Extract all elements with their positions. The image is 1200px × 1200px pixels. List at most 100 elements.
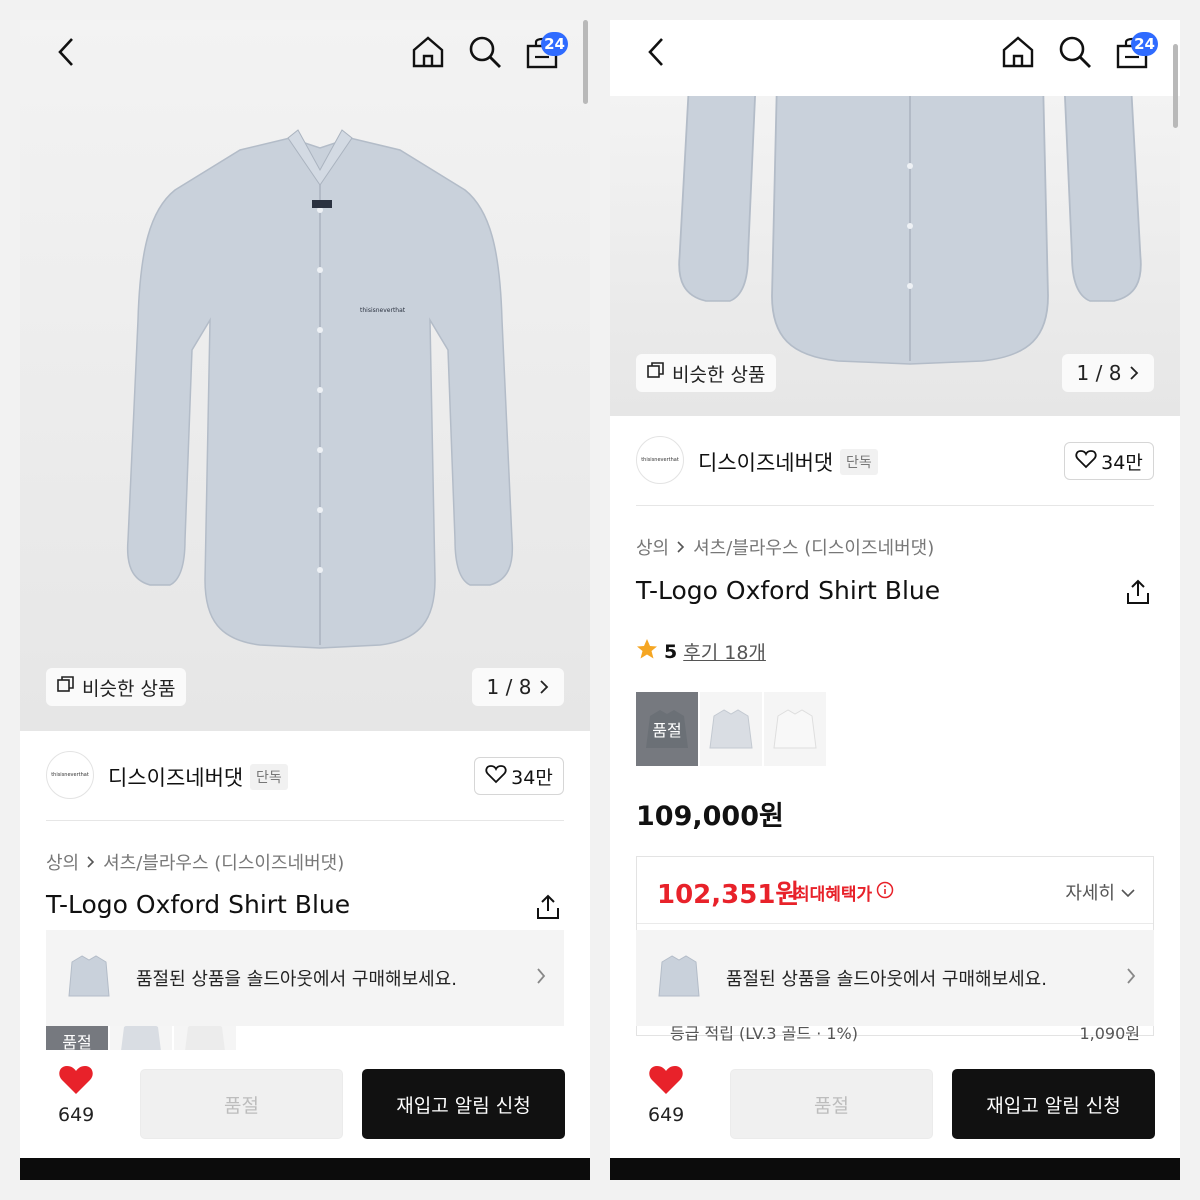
- share-button[interactable]: [534, 893, 564, 923]
- similar-products-button[interactable]: 비슷한 상품: [636, 354, 776, 392]
- back-button[interactable]: [636, 34, 676, 74]
- cart-button[interactable]: 24: [522, 32, 568, 74]
- product-image-gallery[interactable]: thisisneverthat 비슷한 상품 1 / 8: [20, 20, 590, 731]
- heart-filled-icon: [58, 1064, 94, 1100]
- brand-logo-text: thisisneverthat: [51, 772, 89, 778]
- soldout-marketplace-banner[interactable]: 품절된 상품을 솔드아웃에서 구매해보세요.: [46, 930, 564, 1026]
- breadcrumb: 상의 셔츠/블라우스 (디스이즈네버댓): [46, 849, 344, 875]
- like-button[interactable]: 649: [58, 1064, 94, 1126]
- color-swatch-blue[interactable]: [700, 692, 762, 766]
- chevron-right-icon: [1126, 967, 1136, 989]
- search-button[interactable]: [1055, 34, 1095, 74]
- share-icon: [1124, 579, 1152, 610]
- back-button[interactable]: [46, 34, 86, 74]
- search-icon: [1058, 35, 1092, 73]
- bottom-action-bar: 649 품절 재입고 알림 신청: [610, 1050, 1180, 1158]
- home-button[interactable]: [408, 34, 448, 74]
- like-count: 649: [648, 1104, 685, 1126]
- star-icon: [636, 638, 658, 665]
- brand-row: thisisneverthat 디스이즈네버댓 단독 34만: [46, 731, 564, 821]
- breadcrumb-category[interactable]: 상의: [636, 534, 669, 560]
- image-page-indicator[interactable]: 1 / 8: [1062, 354, 1154, 392]
- divider: [637, 923, 1153, 924]
- home-indicator-bar: [20, 1158, 590, 1180]
- brand-row: thisisneverthat 디스이즈네버댓 단독 34만: [636, 416, 1154, 506]
- cart-button[interactable]: 24: [1112, 32, 1158, 74]
- color-swatches: 품절: [636, 692, 826, 766]
- brand-name[interactable]: 디스이즈네버댓: [698, 447, 833, 477]
- product-image: thisisneverthat: [126, 129, 514, 649]
- page-indicator-text: 1 / 8: [1076, 361, 1122, 385]
- similar-products-label: 비슷한 상품: [82, 677, 176, 700]
- home-button[interactable]: [998, 34, 1038, 74]
- page-indicator-text: 1 / 8: [486, 675, 532, 699]
- cart-count-badge: 24: [1131, 32, 1158, 56]
- brand-logo[interactable]: thisisneverthat: [636, 436, 684, 484]
- cart-count-badge: 24: [541, 32, 568, 56]
- product-image-gallery[interactable]: 비슷한 상품 1 / 8: [610, 96, 1180, 416]
- brand-like-button[interactable]: 34만: [474, 757, 564, 795]
- share-button[interactable]: [1124, 578, 1154, 608]
- chevron-left-icon: [647, 37, 665, 71]
- brand-logo[interactable]: thisisneverthat: [46, 751, 94, 799]
- restock-alert-button[interactable]: 재입고 알림 신청: [362, 1069, 565, 1139]
- chevron-down-icon: [1121, 882, 1135, 903]
- product-price: 109,000원: [636, 801, 784, 832]
- color-swatch-grey[interactable]: 품절: [636, 692, 698, 766]
- banner-thumbnail: [654, 950, 704, 1006]
- top-navigation-bar: 24: [610, 20, 1180, 96]
- soldout-button: 품절: [730, 1069, 933, 1139]
- brand-exclusive-tag: 단독: [250, 764, 288, 790]
- breadcrumb: 상의 셔츠/블라우스 (디스이즈네버댓): [636, 534, 934, 560]
- product-screen-right: 24 비슷한 상품 1 / 8 thisisneverthat 디스이즈네버댓 …: [610, 20, 1180, 1180]
- chevron-right-icon: [677, 537, 685, 558]
- product-title: T-Logo Oxford Shirt Blue: [46, 890, 351, 919]
- product-title: T-Logo Oxford Shirt Blue: [636, 576, 941, 605]
- details-toggle-button[interactable]: 자세히: [1065, 879, 1135, 905]
- breadcrumb-category[interactable]: 상의: [46, 849, 79, 875]
- info-icon[interactable]: [876, 881, 894, 904]
- search-button[interactable]: [465, 34, 505, 74]
- top-navigation-bar: 24: [20, 20, 590, 96]
- like-count: 649: [58, 1104, 95, 1126]
- max-benefit-price: 102,351원: [657, 880, 800, 910]
- banner-text: 품절된 상품을 솔드아웃에서 구매해보세요.: [136, 969, 457, 990]
- scrollbar[interactable]: [1173, 44, 1178, 128]
- chevron-left-icon: [57, 37, 75, 71]
- rating-value: 5: [664, 640, 678, 663]
- banner-text: 품절된 상품을 솔드아웃에서 구매해보세요.: [726, 969, 1047, 990]
- chevron-right-icon: [539, 675, 549, 699]
- image-page-indicator[interactable]: 1 / 8: [472, 668, 564, 706]
- soldout-marketplace-banner[interactable]: 품절된 상품을 솔드아웃에서 구매해보세요.: [636, 930, 1154, 1026]
- share-icon: [534, 894, 562, 925]
- home-indicator-bar: [610, 1158, 1180, 1180]
- rating-row: 5 후기 18개: [636, 638, 766, 665]
- breadcrumb-subcategory[interactable]: 셔츠/블라우스 (디스이즈네버댓): [693, 534, 934, 560]
- brand-logo-text: thisisneverthat: [641, 457, 679, 463]
- breadcrumb-subcategory[interactable]: 셔츠/블라우스 (디스이즈네버댓): [103, 849, 344, 875]
- search-icon: [468, 35, 502, 73]
- heart-outline-icon: [1075, 449, 1097, 474]
- max-benefit-label: 최대혜택가: [794, 880, 894, 905]
- bottom-action-bar: 649 품절 재입고 알림 신청: [20, 1050, 590, 1158]
- color-swatch-white[interactable]: [764, 692, 826, 766]
- reviews-link[interactable]: 후기 18개: [683, 638, 766, 665]
- brand-exclusive-tag: 단독: [840, 449, 878, 475]
- brand-like-count: 34만: [511, 766, 553, 789]
- heart-outline-icon: [485, 764, 507, 789]
- brand-name[interactable]: 디스이즈네버댓: [108, 762, 243, 792]
- brand-like-button[interactable]: 34만: [1064, 442, 1154, 480]
- restock-alert-button[interactable]: 재입고 알림 신청: [952, 1069, 1155, 1139]
- banner-thumbnail: [64, 950, 114, 1006]
- details-label: 자세히: [1065, 883, 1115, 904]
- chevron-right-icon: [536, 967, 546, 989]
- shirt-logo-text: thisisneverthat: [360, 307, 406, 314]
- scrollbar[interactable]: [583, 20, 588, 104]
- heart-filled-icon: [648, 1064, 684, 1100]
- like-button[interactable]: 649: [648, 1064, 684, 1126]
- similar-products-button[interactable]: 비슷한 상품: [46, 668, 186, 706]
- chevron-right-icon: [87, 852, 95, 873]
- product-screen-left: thisisneverthat 비슷한 상품 1 / 8 24 thisisne…: [20, 20, 590, 1180]
- chevron-right-icon: [1129, 361, 1139, 385]
- copy-icon: [646, 361, 666, 386]
